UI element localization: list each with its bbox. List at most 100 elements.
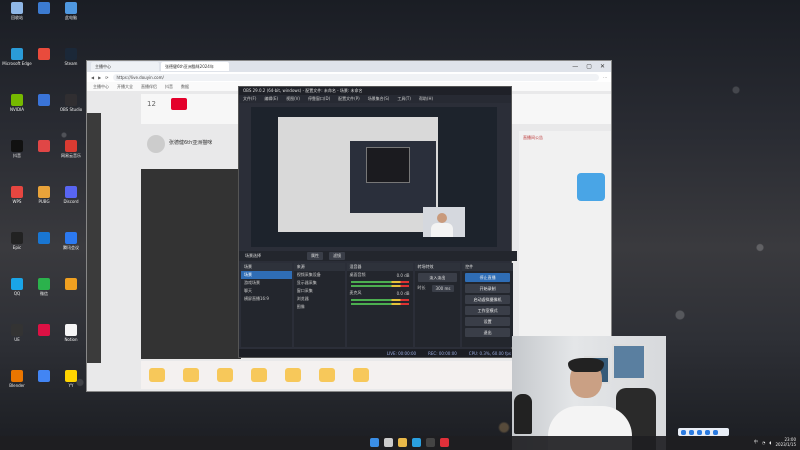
desktop-icon[interactable]: Microsoft Edge <box>2 48 32 66</box>
gift-icon[interactable] <box>183 368 199 382</box>
maximize-icon[interactable]: ▢ <box>586 63 592 70</box>
properties-button[interactable]: 属性 <box>307 252 323 260</box>
browser-tab-active[interactable]: 张德健6th亚洲猫咪2024年 <box>161 62 229 71</box>
desktop-icon[interactable]: 网易云音乐 <box>56 140 86 158</box>
obs-menu-item[interactable]: 工具(T) <box>397 96 411 102</box>
desktop-icon[interactable] <box>29 94 59 107</box>
desktop-icon[interactable]: PUBG <box>29 186 59 204</box>
desktop-icon[interactable]: OBS Studio <box>56 94 86 112</box>
gift-icon[interactable] <box>251 368 267 382</box>
windows-start-icon[interactable] <box>370 438 379 447</box>
extensions-icon[interactable]: ⋯ <box>603 75 607 80</box>
start-recording-button[interactable]: 开始录制 <box>465 284 510 293</box>
desktop-icon[interactable]: 腾讯会议 <box>56 232 86 250</box>
bookmark-item[interactable]: 开播大全 <box>117 84 133 90</box>
file-explorer-icon[interactable] <box>398 438 407 447</box>
studio-mode-button[interactable]: 工作室模式 <box>465 306 510 315</box>
gift-icon[interactable] <box>353 368 369 382</box>
desktop-icon[interactable] <box>29 370 59 383</box>
promo-badge[interactable] <box>577 173 605 201</box>
gift-icon[interactable] <box>149 368 165 382</box>
refresh-icon[interactable]: ⟳ <box>105 75 108 80</box>
desktop-icon[interactable]: Discord <box>56 186 86 204</box>
obs-window[interactable]: OBS 29.0.2 (64-bit, windows) - 配置文件: 未命名… <box>238 86 517 358</box>
volume-icon[interactable]: ◖ <box>769 440 771 445</box>
bookmark-item[interactable]: 主播中心 <box>93 84 109 90</box>
ime-indicator[interactable]: 中 <box>754 439 758 445</box>
close-icon[interactable]: ✕ <box>600 63 605 70</box>
volume-slider[interactable] <box>350 285 409 287</box>
back-icon[interactable]: ◀ <box>91 75 94 80</box>
desktop-icon[interactable]: 微信 <box>29 278 59 296</box>
gift-icon[interactable] <box>285 368 301 382</box>
stop-streaming-button[interactable]: 停止直播 <box>465 273 510 282</box>
volume-slider[interactable] <box>350 303 409 305</box>
desktop-icon[interactable] <box>29 140 59 153</box>
transition-select[interactable]: 淡入淡出 <box>417 273 458 282</box>
scene-item[interactable]: 聊天 <box>241 287 292 295</box>
chat-panel[interactable]: 直播间公告 <box>519 131 611 351</box>
bookmark-item[interactable]: 抖音 <box>165 84 173 90</box>
desktop-icon[interactable]: NVIDIA <box>2 94 32 112</box>
desktop-icon[interactable]: 抖音 <box>2 140 32 158</box>
gift-icon[interactable] <box>217 368 233 382</box>
source-item[interactable]: 浏览器 <box>294 295 345 303</box>
tray-icon[interactable] <box>689 429 694 435</box>
address-bar[interactable]: https://live.douyin.com/ <box>112 73 599 81</box>
minimize-icon[interactable]: — <box>572 63 578 70</box>
edge-icon[interactable] <box>412 438 421 447</box>
desktop-icon[interactable]: QQ <box>2 278 32 296</box>
bookmark-item[interactable]: 数据 <box>181 84 189 90</box>
filters-button[interactable]: 滤镜 <box>329 252 345 260</box>
video-player[interactable] <box>141 169 241 359</box>
scene-item[interactable]: 横屏直播16:9 <box>241 295 292 303</box>
desktop-icon[interactable]: YY <box>56 370 86 388</box>
obs-menu-item[interactable]: 文件(F) <box>243 96 256 102</box>
desktop-icon[interactable] <box>29 324 59 337</box>
desktop-icon[interactable]: 回收站 <box>2 2 32 20</box>
obs-menu-item[interactable]: 编辑(E) <box>264 96 278 102</box>
desktop-icon[interactable] <box>29 48 59 61</box>
scene-item[interactable]: 游戏场景 <box>241 279 292 287</box>
obs-menu-item[interactable]: 视图(V) <box>286 96 300 102</box>
obs-menu-item[interactable]: 场景集合(S) <box>368 96 390 102</box>
tray-overflow[interactable] <box>678 428 729 436</box>
bookmark-item[interactable]: 直播伴侣 <box>141 84 157 90</box>
desktop-icon[interactable] <box>29 232 59 245</box>
desktop-icon[interactable]: Steam <box>56 48 86 66</box>
desktop-icon[interactable] <box>56 278 86 291</box>
desktop-icon[interactable]: UE <box>2 324 32 342</box>
desktop-icon[interactable]: WPS <box>2 186 32 204</box>
desktop-icon[interactable] <box>29 2 59 15</box>
search-icon[interactable] <box>384 438 393 447</box>
desktop-icon[interactable]: Epic <box>2 232 32 250</box>
obs-menu-item[interactable]: 停靠窗口(D) <box>308 96 330 102</box>
gift-icon[interactable] <box>319 368 335 382</box>
obs-menu-item[interactable]: 帮助(H) <box>419 96 433 102</box>
obs-menu-item[interactable]: 配置文件(P) <box>338 96 360 102</box>
desktop-icon[interactable]: Notion <box>56 324 86 342</box>
tray-icon[interactable] <box>697 429 702 435</box>
desktop-icon[interactable]: Blender <box>2 370 32 388</box>
source-item[interactable]: 图像 <box>294 303 345 311</box>
avatar[interactable] <box>147 135 165 153</box>
exit-button[interactable]: 退出 <box>465 328 510 337</box>
tray-icon[interactable] <box>713 429 718 435</box>
clock[interactable]: 23:00 2023/1/15 <box>775 437 796 447</box>
tray-icon[interactable] <box>705 429 710 435</box>
desktop-icon[interactable]: 此电脑 <box>56 2 86 20</box>
virtual-camera-button[interactable]: 启动虚拟摄像机 <box>465 295 510 304</box>
tray-icon[interactable] <box>681 429 686 435</box>
obs-preview[interactable] <box>251 107 497 247</box>
forward-icon[interactable]: ▶ <box>98 75 101 80</box>
source-item[interactable]: 窗口采集 <box>294 287 345 295</box>
wifi-icon[interactable]: ◔ <box>762 440 766 445</box>
scene-item[interactable]: 场景 <box>241 271 292 279</box>
settings-button[interactable]: 设置 <box>465 317 510 326</box>
obs-taskbar-icon[interactable] <box>426 438 435 447</box>
douyin-logo[interactable] <box>171 98 187 110</box>
douyin-taskbar-icon[interactable] <box>440 438 449 447</box>
browser-tab[interactable]: 主播中心 <box>91 62 159 71</box>
duration-input[interactable]: 300 ms <box>431 284 455 292</box>
source-item[interactable]: 视频采集设备 <box>294 271 345 279</box>
